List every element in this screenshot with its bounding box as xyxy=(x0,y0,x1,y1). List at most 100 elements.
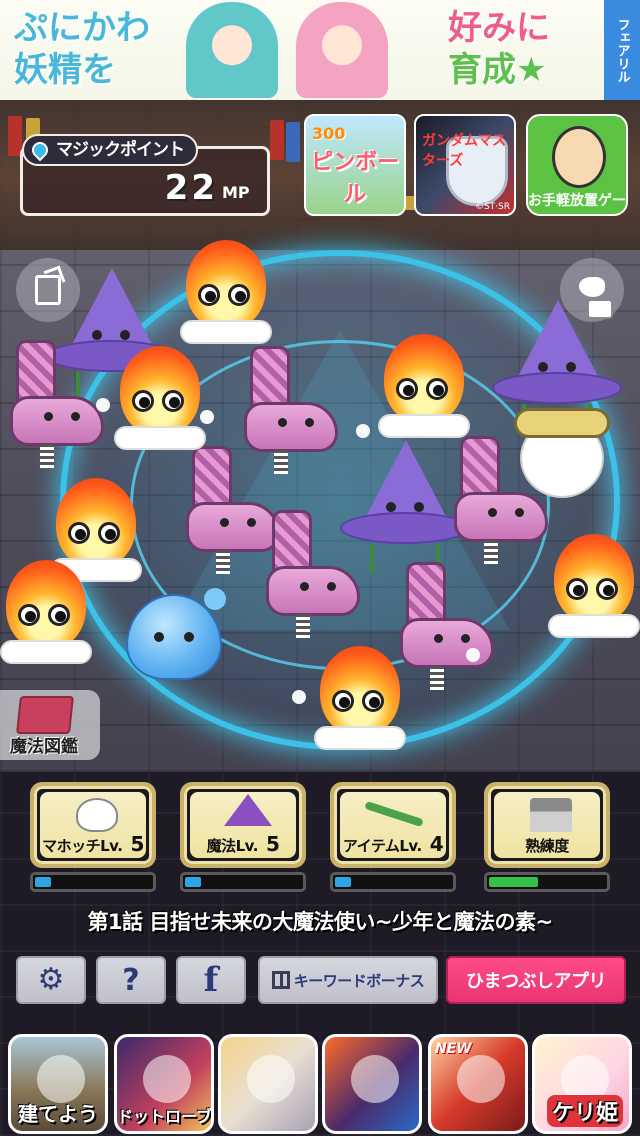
ad-character-teal xyxy=(186,2,278,98)
progress-fill xyxy=(185,877,201,887)
boot-creature[interactable] xyxy=(0,340,110,470)
progress-fill xyxy=(489,877,538,887)
stat-label: 魔法Lv. 5 xyxy=(190,832,296,856)
promo-app-tateyou[interactable]: 建てよう xyxy=(8,1034,108,1134)
mahocchi-progress-bar xyxy=(30,872,156,892)
question-icon: ? xyxy=(122,962,140,998)
wand-icon xyxy=(364,800,424,828)
stat-card-face: 熟練度 xyxy=(494,792,600,858)
promo-app-kerihime[interactable]: ケリ姫 xyxy=(532,1034,632,1134)
character-face-icon xyxy=(247,1055,295,1103)
keyword-bonus-label: キーワードボーナス xyxy=(293,971,425,990)
shelf-book xyxy=(270,120,284,160)
mastery-progress-bar xyxy=(484,872,610,892)
bald-man-face-icon xyxy=(552,126,606,188)
bubble xyxy=(466,648,480,662)
magic-level-button[interactable]: 魔法Lv. 5 xyxy=(180,782,306,868)
bubble xyxy=(292,690,306,704)
stat-label: マホッチLv. 5 xyxy=(40,832,146,856)
mp-unit: MP xyxy=(222,183,250,202)
ad-headline-left-1: ぷにかわ xyxy=(14,8,150,48)
facebook-icon: f xyxy=(203,960,219,1000)
bottom-hud: マホッチLv. 5 魔法Lv. 5 アイテムLv. 4 熟練度 第1話 目指せ未来の大… xyxy=(0,772,640,1136)
gundam-app-icon[interactable]: ガンダムマスターズ ©ST·SR xyxy=(414,114,516,216)
flame-creature[interactable] xyxy=(180,240,272,344)
character-face-icon xyxy=(143,1055,191,1103)
promo-app-label: ドットローブレ! xyxy=(117,1107,213,1126)
pinball-app-label: ピンボール xyxy=(310,150,399,207)
mastery-button[interactable]: 熟練度 xyxy=(484,782,610,868)
ad-headline-left-2: 妖精を xyxy=(14,50,116,90)
mastery-label: 熟練度 xyxy=(525,837,569,855)
boot-creature[interactable] xyxy=(390,562,500,692)
promo-app-dotto[interactable]: ドットローブレ! xyxy=(114,1034,214,1134)
ad-banner[interactable]: ぷにかわ 妖精を 好みに 育成★ フェアリル xyxy=(0,0,640,100)
stat-card-face: 魔法Lv. 5 xyxy=(190,792,296,858)
gundam-copyright: ©ST·SR xyxy=(474,202,510,212)
magic-encyclopedia-button[interactable]: 魔法図鑑 xyxy=(0,690,100,760)
gundam-app-label: ガンダムマスターズ xyxy=(422,133,506,169)
progress-fill xyxy=(35,877,51,887)
himatsubushi-apps-label: ひまつぶしアプリ xyxy=(466,971,607,992)
mahocchi-level-button[interactable]: マホッチLv. 5 xyxy=(30,782,156,868)
mp-label-box: マジックポイント xyxy=(22,134,198,166)
bubble xyxy=(96,398,110,412)
pinball-app-icon[interactable]: 300 ピンボール xyxy=(304,114,406,216)
mahocchi-level-value: 5 xyxy=(130,832,144,856)
ad-brand-tag: フェアリル xyxy=(604,0,640,100)
ad-headline-right-1: 好みに xyxy=(448,8,550,48)
mana-drop-icon xyxy=(28,138,52,162)
flame-creature[interactable] xyxy=(114,346,206,450)
keyword-bonus-button[interactable]: キーワードボーナス xyxy=(258,956,438,1004)
promo-app-hero[interactable] xyxy=(322,1034,422,1134)
magic-encyclopedia-label: 魔法図鑑 xyxy=(10,737,78,757)
mp-label: マジックポイント xyxy=(56,140,185,160)
gear-icon: ⚙ xyxy=(37,962,65,997)
stat-label: 熟練度 xyxy=(494,835,600,856)
himatsubushi-apps-button[interactable]: ひまつぶしアプリ xyxy=(446,956,626,1004)
promo-app-oni[interactable]: NEW xyxy=(428,1034,528,1134)
pinball-score-text: 300 xyxy=(312,124,346,143)
new-badge: NEW xyxy=(435,1041,472,1057)
flame-creature[interactable] xyxy=(378,334,470,438)
flame-creature[interactable] xyxy=(0,560,92,664)
flame-creature[interactable] xyxy=(548,534,640,638)
stat-label: アイテムLv. 4 xyxy=(340,832,446,856)
item-level-button[interactable]: アイテムLv. 4 xyxy=(330,782,456,868)
witch-hat-icon xyxy=(224,794,272,826)
bubble xyxy=(356,424,370,438)
ghost-icon xyxy=(76,798,118,832)
bubble xyxy=(204,588,226,610)
book-icon xyxy=(16,696,74,734)
promo-app-label: 建てよう xyxy=(18,1102,98,1126)
magic-level-value: 5 xyxy=(265,832,280,856)
shelf-book xyxy=(286,122,300,162)
facebook-button[interactable]: f xyxy=(176,956,246,1004)
item-level-value: 4 xyxy=(429,832,444,856)
idle-game-app-icon[interactable]: お手軽放置ゲー xyxy=(526,114,628,216)
boot-creature[interactable] xyxy=(256,510,366,640)
promo-app-warrior[interactable] xyxy=(218,1034,318,1134)
item-progress-bar xyxy=(330,872,456,892)
settings-button[interactable]: ⚙ xyxy=(16,956,86,1004)
ad-character-pink xyxy=(296,2,388,98)
help-button[interactable]: ? xyxy=(96,956,166,1004)
house-icon xyxy=(530,798,572,832)
mp-value: 22 xyxy=(164,168,218,208)
magic-level-label: 魔法Lv. xyxy=(206,837,259,855)
stat-card-face: マホッチLv. 5 xyxy=(40,792,146,858)
mahocchi-level-label: マホッチLv. xyxy=(42,837,123,855)
flame-creature[interactable] xyxy=(314,646,406,750)
snowman-creature[interactable] xyxy=(514,408,610,504)
idle-game-app-label: お手軽放置ゲー xyxy=(528,193,626,209)
demon-face-icon xyxy=(457,1055,505,1103)
stat-card-face: アイテムLv. 4 xyxy=(340,792,446,858)
character-face-icon xyxy=(351,1055,399,1103)
bubble xyxy=(200,410,214,424)
promo-app-label: ケリ姫 xyxy=(547,1095,623,1127)
progress-fill xyxy=(335,877,351,887)
item-level-label: アイテムLv. xyxy=(342,837,422,855)
magic-progress-bar xyxy=(180,872,306,892)
gift-icon xyxy=(271,971,290,989)
ad-headline-right-2: 育成★ xyxy=(448,50,547,90)
